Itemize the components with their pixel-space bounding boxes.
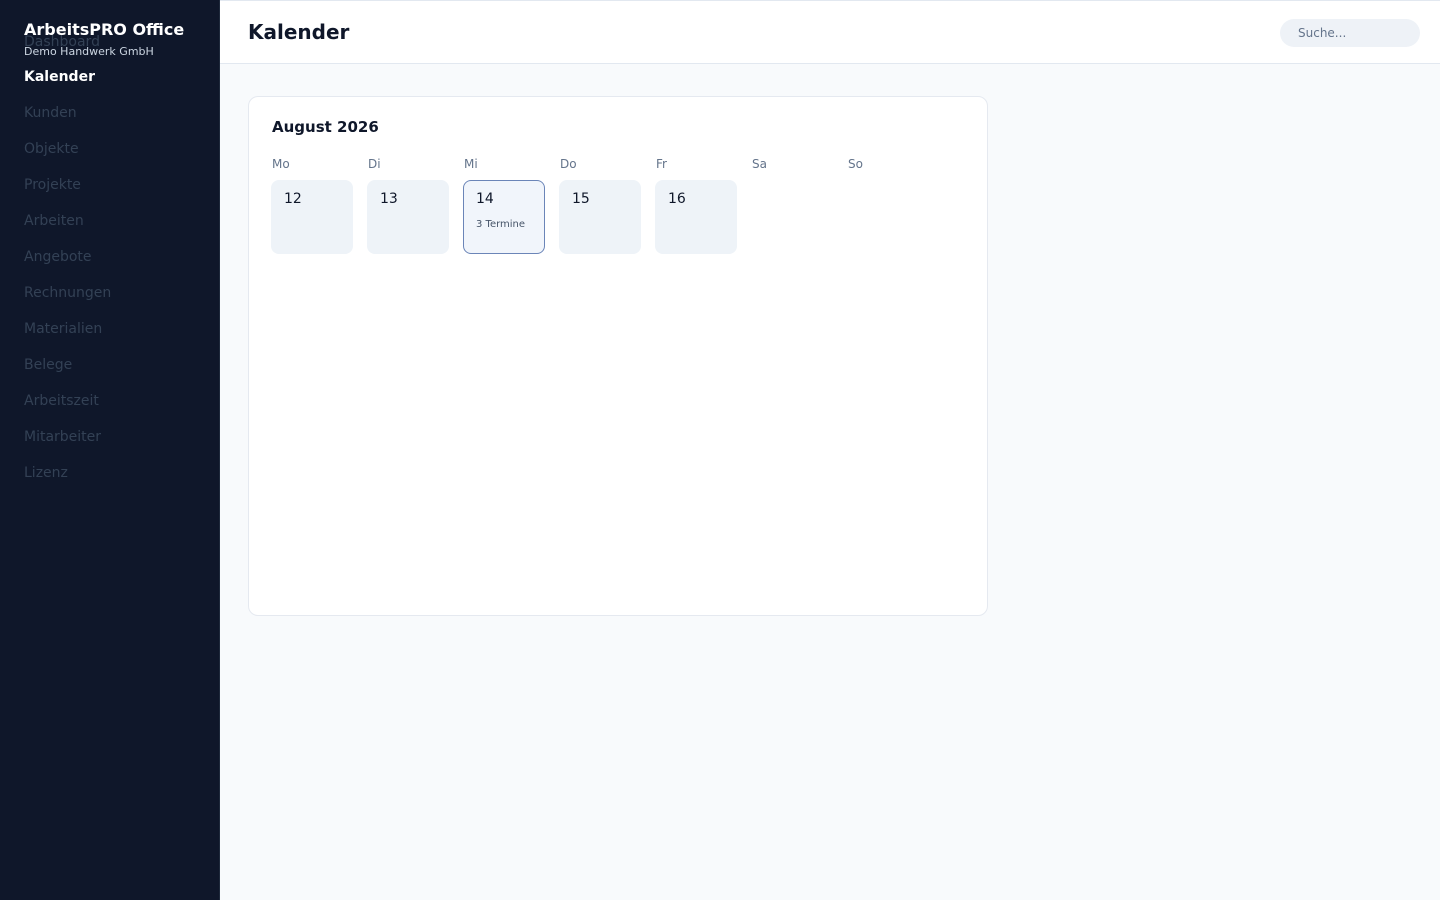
calendar-card: August 2026 Mo Di Mi Do Fr Sa So 12 13 1…: [248, 96, 988, 616]
day-event-count: 3 Termine: [476, 219, 526, 230]
sidebar: ArbeitsPRO Office Demo Handwerk GmbH Das…: [0, 0, 220, 900]
day-cell-12[interactable]: 12: [271, 180, 353, 254]
weekday-label-do: Do: [560, 157, 577, 171]
day-cell-14[interactable]: 14 3 Termine: [463, 180, 545, 254]
sidebar-item-arbeiten[interactable]: Arbeiten: [24, 213, 84, 229]
weekday-label-sa: Sa: [752, 157, 767, 171]
sidebar-item-projekte[interactable]: Projekte: [24, 177, 81, 193]
sidebar-item-objekte[interactable]: Objekte: [24, 141, 79, 157]
app-root: ArbeitsPRO Office Demo Handwerk GmbH Das…: [0, 0, 1440, 900]
search-input[interactable]: [1280, 19, 1420, 47]
day-cell-15[interactable]: 15: [559, 180, 641, 254]
month-title: August 2026: [272, 118, 379, 136]
weekday-label-mi: Mi: [464, 157, 478, 171]
weekday-label-so: So: [848, 157, 863, 171]
page-title: Kalender: [248, 20, 350, 44]
company-name: Demo Handwerk GmbH: [24, 45, 154, 58]
day-number: 13: [380, 191, 398, 207]
sidebar-item-kunden[interactable]: Kunden: [24, 105, 77, 121]
sidebar-item-belege[interactable]: Belege: [24, 357, 72, 373]
top-header: Kalender: [220, 0, 1440, 64]
weekday-label-fr: Fr: [656, 157, 667, 171]
sidebar-item-materialien[interactable]: Materialien: [24, 321, 102, 337]
day-number: 12: [284, 191, 302, 207]
sidebar-item-rechnungen[interactable]: Rechnungen: [24, 285, 111, 301]
sidebar-item-angebote[interactable]: Angebote: [24, 249, 92, 265]
day-number: 16: [668, 191, 686, 207]
weekday-label-mo: Mo: [272, 157, 290, 171]
sidebar-item-arbeitszeit[interactable]: Arbeitszeit: [24, 393, 99, 409]
weekday-label-di: Di: [368, 157, 381, 171]
day-number: 15: [572, 191, 590, 207]
sidebar-item-kalender[interactable]: Kalender: [24, 69, 95, 85]
sidebar-item-lizenz[interactable]: Lizenz: [24, 465, 68, 481]
day-cell-13[interactable]: 13: [367, 180, 449, 254]
day-number: 14: [476, 191, 494, 207]
day-cell-16[interactable]: 16: [655, 180, 737, 254]
sidebar-item-mitarbeiter[interactable]: Mitarbeiter: [24, 429, 101, 445]
app-title: ArbeitsPRO Office: [24, 20, 185, 39]
